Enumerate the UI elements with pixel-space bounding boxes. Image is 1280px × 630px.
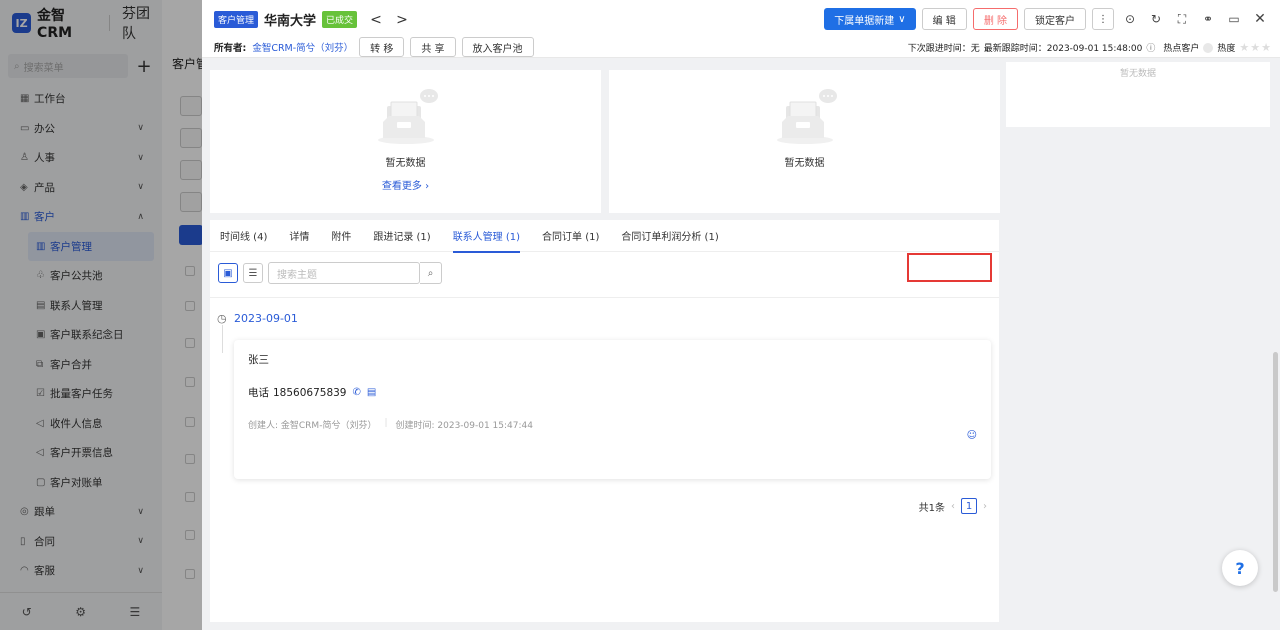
creator: 创建人: 金智CRM-简兮（刘芬） xyxy=(248,421,377,431)
phone-number: 18560675839 xyxy=(273,386,347,399)
total-count: 共1条 xyxy=(918,502,945,514)
list-view-icon[interactable]: ☰ xyxy=(243,263,263,283)
contact-meta: 创建人: 金智CRM-简兮（刘芬） | 创建时间: 2023-09-01 15:… xyxy=(248,418,977,431)
prev-page-icon[interactable]: ‹ xyxy=(951,501,955,512)
next-record-button[interactable]: > xyxy=(395,12,409,28)
tab-bar: 时间线 (4) 详情 附件 跟进记录 (1) 联系人管理 (1) 合同订单 (1… xyxy=(210,220,999,253)
contact-name: 张三 xyxy=(248,354,269,366)
empty-card-right: 暂无数据 xyxy=(609,70,1000,213)
right-side-panel: 暂无数据 xyxy=(1006,62,1270,127)
tab-profit-analysis[interactable]: 合同订单利润分析 (1) xyxy=(621,228,718,243)
edit-button[interactable]: 编 辑 xyxy=(921,8,967,30)
search-icon[interactable]: ⌕ xyxy=(420,262,442,284)
more-menu-icon[interactable]: ⋮ xyxy=(1092,8,1114,30)
help-button[interactable]: ? xyxy=(1222,550,1258,586)
card-view-icon[interactable]: ▣ xyxy=(218,263,238,283)
chevron-down-icon: ∨ xyxy=(898,13,906,25)
timeline-date: 2023-09-01 xyxy=(234,312,298,325)
empty-box-icon xyxy=(377,89,438,144)
tab-attachments[interactable]: 附件 xyxy=(331,228,351,243)
play-icon[interactable]: ⊙ xyxy=(1120,12,1140,26)
timeline-line xyxy=(222,325,223,353)
empty-text: 暂无数据 xyxy=(784,158,825,169)
contacts-toolbar: ▣ ☰ 搜索主题 ⌕ xyxy=(218,262,442,284)
clock-icon: ◷ xyxy=(217,312,227,325)
view-more-link[interactable]: 查看更多 › xyxy=(382,177,429,192)
help-circle-icon[interactable]: ⓘ xyxy=(1146,41,1155,54)
customer-name: 华南大学 xyxy=(264,14,317,29)
created-time: 创建时间: 2023-09-01 15:47:44 xyxy=(395,421,533,431)
meta-separator: | xyxy=(384,418,388,428)
fullscreen-icon[interactable]: ⛶ xyxy=(1172,12,1192,27)
owner-label: 所有者: xyxy=(214,43,247,54)
move-to-pool-button[interactable]: 放入客户池 xyxy=(461,37,534,57)
heat-label: 热度 xyxy=(1217,44,1236,54)
heat-rating-stars[interactable]: ★★★ xyxy=(1239,41,1272,54)
comment-icon[interactable]: ☺ xyxy=(967,430,977,441)
tab-follow-records[interactable]: 跟进记录 (1) xyxy=(373,228,430,243)
hot-toggle[interactable] xyxy=(1203,42,1214,53)
new-subordinate-doc-label: 下属单据新建 xyxy=(834,15,895,27)
owner-value[interactable]: 金智CRM-简兮（刘芬） xyxy=(252,40,353,54)
refresh-icon[interactable]: ↻ xyxy=(1146,12,1166,26)
customer-detail-drawer: 客户管理 华南大学 已成交 < > 下属单据新建 ∨ 编 辑 删 除 锁定客户 ⋮… xyxy=(202,0,1280,630)
link-icon[interactable]: ⚭ xyxy=(1198,12,1218,26)
lock-customer-button[interactable]: 锁定客户 xyxy=(1024,8,1086,30)
pagination: 共1条 ‹ 1 › xyxy=(919,498,987,514)
highlight-box xyxy=(907,253,992,282)
search-topic-input[interactable]: 搜索主题 xyxy=(268,262,420,284)
scrollbar[interactable] xyxy=(1273,352,1278,592)
empty-box-icon xyxy=(776,89,837,144)
empty-card-left: 暂无数据 查看更多 › xyxy=(210,70,601,213)
share-button[interactable]: 共 享 xyxy=(410,37,456,57)
contact-phone-row: 电话 18560675839 ✆ ▤ xyxy=(248,385,977,400)
prev-record-button[interactable]: < xyxy=(369,12,383,28)
last-follow-time: 最新跟踪时间：2023-09-01 15:48:00 xyxy=(983,44,1143,54)
delete-button[interactable]: 删 除 xyxy=(972,8,1018,30)
empty-text: 暂无数据 xyxy=(385,158,426,169)
module-tag: 客户管理 xyxy=(214,11,259,28)
tab-contract-orders[interactable]: 合同订单 (1) xyxy=(542,228,599,243)
close-icon[interactable]: ✕ xyxy=(1250,11,1270,27)
next-page-icon[interactable]: › xyxy=(983,501,987,512)
tab-contacts[interactable]: 联系人管理 (1) xyxy=(452,228,521,253)
message-icon[interactable]: ▤ xyxy=(367,387,376,398)
chevron-right-icon: › xyxy=(425,181,430,192)
view-more-label: 查看更多 xyxy=(381,181,422,192)
drawer-header: 客户管理 华南大学 已成交 < > 下属单据新建 ∨ 编 辑 删 除 锁定客户 ⋮… xyxy=(202,0,1280,58)
page-number[interactable]: 1 xyxy=(961,498,977,514)
hot-customer-label: 热点客户 xyxy=(1163,44,1200,54)
divider xyxy=(210,297,999,298)
detail-tabs-panel: 时间线 (4) 详情 附件 跟进记录 (1) 联系人管理 (1) 合同订单 (1… xyxy=(210,220,999,622)
phone-label: 电话 xyxy=(248,387,269,399)
search-topic-placeholder: 搜索主题 xyxy=(277,269,317,281)
tab-details[interactable]: 详情 xyxy=(289,228,309,243)
phone-icon[interactable]: ✆ xyxy=(353,387,361,398)
tab-timeline[interactable]: 时间线 (4) xyxy=(220,228,267,243)
next-follow-time: 下次跟进时间：无 xyxy=(907,44,980,54)
right-empty-text: 暂无数据 xyxy=(1119,69,1156,79)
minimize-icon[interactable]: ▭ xyxy=(1224,12,1244,26)
status-badge: 已成交 xyxy=(322,11,358,28)
transfer-button[interactable]: 转 移 xyxy=(359,37,405,57)
new-subordinate-doc-button[interactable]: 下属单据新建 ∨ xyxy=(824,8,916,30)
contact-card[interactable]: 张三 电话 18560675839 ✆ ▤ 创建人: 金智CRM-简兮（刘芬） … xyxy=(234,340,991,479)
